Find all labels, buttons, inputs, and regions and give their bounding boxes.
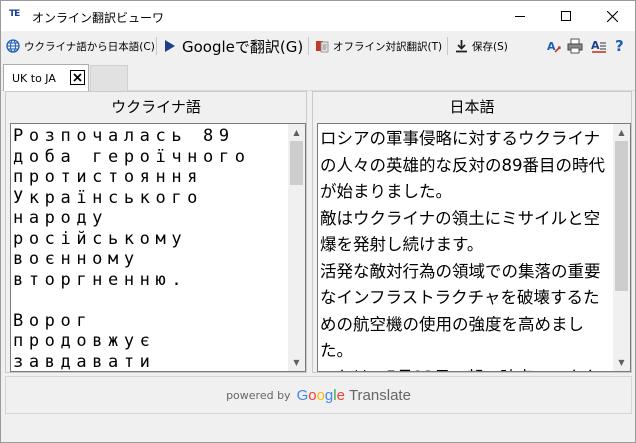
target-language-header: 日本語 <box>449 98 495 116</box>
source-scrollbar[interactable]: ▲ ▼ <box>288 124 305 371</box>
target-scrollbar[interactable]: ▲ ▼ <box>613 124 630 371</box>
font-button[interactable]: A <box>546 35 562 57</box>
app-logo-icon: TE <box>9 9 20 19</box>
google-translate-label: Googleで翻訳(G) <box>182 37 304 56</box>
maximize-icon <box>561 11 571 21</box>
close-icon <box>606 10 618 22</box>
google-logo-letter: g <box>324 386 334 404</box>
scroll-down-arrow-icon[interactable]: ▼ <box>613 354 630 371</box>
attribution-footer: powered by Google Translate <box>5 376 632 414</box>
close-icon <box>73 73 82 82</box>
translate-text: Translate <box>348 386 411 404</box>
print-button[interactable] <box>567 35 583 57</box>
tab-bar: UK to JA <box>1 61 635 91</box>
title-bar: TE オンライン翻訳ビューワ <box>1 1 635 31</box>
target-text-area[interactable]: ロシアの軍事侵略に対するウクライナの人々の英雄的な反対の89番目の時代が始まりま… <box>317 123 631 372</box>
font-size-icon: A <box>547 40 561 53</box>
source-language-header: ウクライナ語 <box>111 98 201 116</box>
tab-uk-to-ja[interactable]: UK to JA <box>3 64 89 91</box>
minimize-icon <box>515 15 525 17</box>
tab-label: UK to JA <box>12 71 56 85</box>
google-translate-button[interactable]: Googleで翻訳(G) <box>164 35 303 57</box>
status-bar <box>1 416 635 442</box>
svg-text:A: A <box>591 39 600 52</box>
offline-translate-label: オフライン対訳翻訳(T) <box>333 40 443 53</box>
source-text: Розпочалась 89 доба героїчного протистоя… <box>13 126 251 372</box>
help-button[interactable]: ? <box>615 35 624 57</box>
new-tab-area[interactable] <box>90 65 128 91</box>
app-window: TE オンライン翻訳ビューワ ウクライナ語から日本語(C) Googleで翻訳(… <box>0 0 636 443</box>
text-format-button[interactable]: A <box>591 35 607 57</box>
ukr-to-ja-label: ウクライナ語から日本語(C) <box>24 40 155 53</box>
scroll-up-arrow-icon[interactable]: ▲ <box>288 124 305 141</box>
google-logo-letter: G <box>296 386 309 404</box>
download-icon <box>456 40 467 53</box>
save-label: 保存(S) <box>472 40 508 53</box>
ukr-to-ja-button[interactable]: ウクライナ語から日本語(C) <box>6 35 155 57</box>
svg-text:A: A <box>547 40 556 53</box>
toolbar: ウクライナ語から日本語(C) Googleで翻訳(G) オフライン対訳翻訳(T) <box>1 31 635 59</box>
google-logo-letter: e <box>336 386 345 404</box>
toolbar-separator <box>447 37 448 55</box>
target-text: ロシアの軍事侵略に対するウクライナの人々の英雄的な反対の89番目の時代が始まりま… <box>320 129 605 371</box>
google-logo-letter: o <box>308 386 317 404</box>
google-logo-letter: o <box>316 386 325 404</box>
minimize-button[interactable] <box>497 1 543 31</box>
maximize-button[interactable] <box>543 1 589 31</box>
scroll-down-arrow-icon[interactable]: ▼ <box>288 354 305 371</box>
window-title: オンライン翻訳ビューワ <box>32 11 165 25</box>
offline-translate-button[interactable]: オフライン対訳翻訳(T) <box>315 35 442 57</box>
play-icon <box>165 40 175 52</box>
target-pane: 日本語 ロシアの軍事侵略に対するウクライナの人々の英雄的な反対の89番目の時代が… <box>312 91 632 373</box>
help-icon: ? <box>615 37 624 55</box>
source-text-area[interactable]: Розпочалась 89 доба героїчного протистоя… <box>10 123 306 372</box>
toolbar-separator <box>156 37 157 55</box>
scrollbar-thumb[interactable] <box>615 141 628 291</box>
text-format-icon: A <box>591 39 606 53</box>
toolbar-separator <box>308 37 309 55</box>
source-pane: ウクライナ語 Розпочалась 89 доба героїчного пр… <box>5 91 307 373</box>
globe-icon <box>6 39 20 53</box>
powered-by-text: powered by <box>226 388 291 402</box>
close-window-button[interactable] <box>589 1 635 31</box>
offline-dictionary-icon <box>316 41 329 53</box>
tab-close-button[interactable] <box>70 70 85 85</box>
scrollbar-thumb[interactable] <box>290 141 303 185</box>
scroll-up-arrow-icon[interactable]: ▲ <box>613 124 630 141</box>
printer-icon <box>567 38 583 54</box>
google-logo: Google <box>297 387 345 404</box>
save-button[interactable]: 保存(S) <box>455 35 508 57</box>
